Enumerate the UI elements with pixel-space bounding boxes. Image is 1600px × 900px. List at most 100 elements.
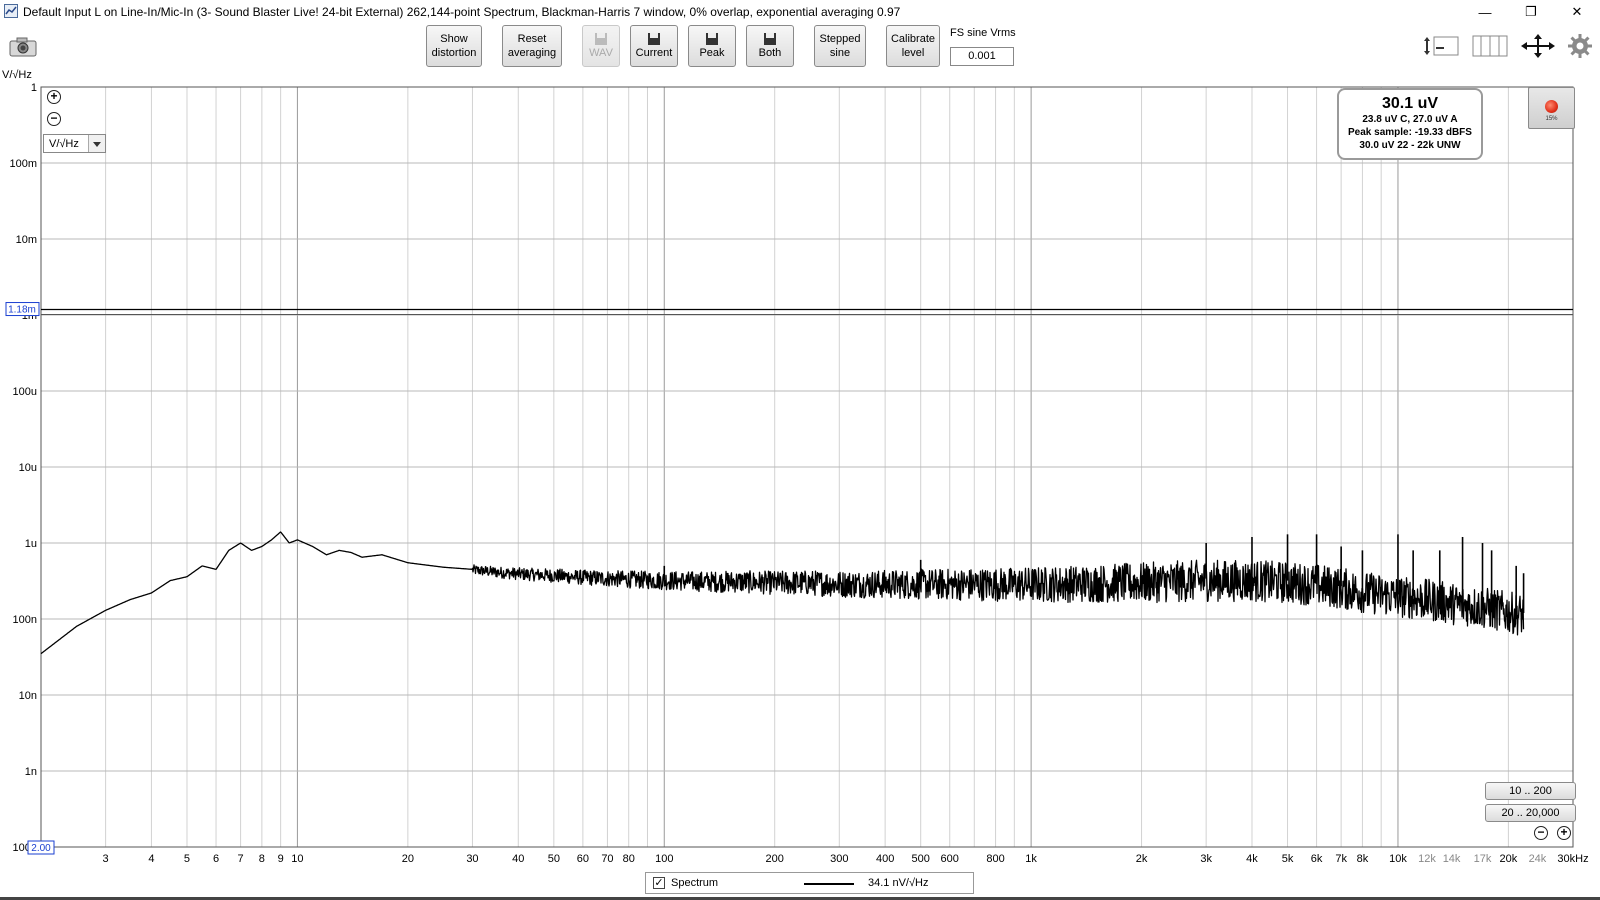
- both-label: Both: [758, 47, 782, 59]
- x-tick-label: 70: [601, 853, 613, 865]
- legend-swatch: [804, 883, 854, 885]
- zoom-in-icon[interactable]: +: [47, 90, 61, 104]
- save-icon: [764, 33, 776, 45]
- x-tick-label: 10: [291, 853, 303, 865]
- spectrum-trace: [40, 531, 1525, 655]
- stepped-sine-label-1: Stepped: [819, 33, 861, 45]
- app-icon: [4, 4, 18, 18]
- fs-sine-input[interactable]: 0.001: [950, 47, 1014, 66]
- x-tick-label: 800: [986, 853, 1004, 865]
- y-tick-label: 10u: [19, 462, 37, 474]
- x-tick-label: 9: [278, 853, 284, 865]
- x-tick-label: 24k: [1529, 853, 1547, 865]
- toolbar: Show distortion Reset averaging WAV Curr…: [0, 24, 1600, 72]
- grid: [40, 86, 1574, 848]
- save-wav-button[interactable]: WAV: [582, 25, 620, 67]
- x-tick-label: 80: [623, 853, 635, 865]
- x-tick-label: 7: [238, 853, 244, 865]
- gear-icon[interactable]: [1568, 34, 1592, 58]
- y-tick-label: 10n: [19, 690, 37, 702]
- x-tick-label: 60: [577, 853, 589, 865]
- x-tick-label: 5: [184, 853, 190, 865]
- x-tick-label: 300: [830, 853, 848, 865]
- calibrate-level-label-2: level: [901, 47, 925, 59]
- cursor-value-label: 1.18m: [8, 305, 36, 316]
- y-tick-label: 1u: [25, 538, 37, 550]
- x-tick-label: 6k: [1311, 853, 1323, 865]
- unit-select-value: V/√Hz: [49, 138, 79, 150]
- readout-main: 30.1 uV: [1381, 95, 1439, 112]
- title-bar: Default Input L on Line-In/Mic-In (3- So…: [0, 0, 1600, 24]
- axis-labels: 1100m10m1m100u10u1u100n10n1n100p34567891…: [9, 82, 1588, 865]
- show-distortion-button[interactable]: Show distortion: [426, 25, 482, 67]
- record-button[interactable]: 15%: [1528, 87, 1575, 129]
- x-tick-label: 500: [912, 853, 930, 865]
- reset-averaging-label-1: Reset: [517, 33, 547, 45]
- stepped-sine-label-2: sine: [829, 47, 851, 59]
- save-both-button[interactable]: Both: [746, 25, 794, 67]
- y-tick-label: 100n: [13, 614, 37, 626]
- zoom-out-icon[interactable]: −: [47, 112, 61, 126]
- x-tick-label: 400: [876, 853, 894, 865]
- legend: ✓ Spectrum 34.1 nV/√Hz: [645, 872, 974, 894]
- close-button[interactable]: ✕: [1554, 0, 1600, 24]
- window-title: Default Input L on Line-In/Mic-In (3- So…: [23, 5, 901, 19]
- range-20-20000-button[interactable]: 20 .. 20,000: [1485, 804, 1576, 822]
- show-distortion-label-1: Show: [440, 33, 468, 45]
- readout-line1: 23.8 uV C, 27.0 uV A: [1362, 114, 1458, 125]
- spectrum-checkbox[interactable]: ✓: [653, 877, 665, 889]
- save-peak-button[interactable]: Peak: [688, 25, 736, 67]
- current-label: Current: [635, 47, 673, 59]
- x-tick-label: 2k: [1136, 853, 1148, 865]
- x-tick-label: 1k: [1025, 853, 1037, 865]
- readout-line2: Peak sample: -19.33 dBFS: [1348, 127, 1472, 138]
- maximize-button[interactable]: ❐: [1508, 0, 1554, 24]
- readout-line3: 30.0 uV 22 - 22k UNW: [1359, 140, 1461, 151]
- reset-averaging-label-2: averaging: [507, 47, 557, 59]
- layout-icon[interactable]: [1424, 34, 1460, 58]
- save-icon: [595, 33, 607, 45]
- stepped-sine-button[interactable]: Stepped sine: [814, 25, 866, 67]
- minimize-button[interactable]: —: [1462, 0, 1508, 24]
- record-icon: [1545, 100, 1558, 113]
- save-icon: [648, 33, 660, 45]
- x-tick-label: 5k: [1282, 853, 1294, 865]
- save-icon: [706, 33, 718, 45]
- x-tick-label: 600: [941, 853, 959, 865]
- x-tick-label: 17k: [1474, 853, 1492, 865]
- reset-averaging-button[interactable]: Reset averaging: [502, 25, 562, 67]
- save-current-button[interactable]: Current: [630, 25, 678, 67]
- x-tick-label: 12k: [1418, 853, 1436, 865]
- wav-label: WAV: [589, 47, 613, 59]
- fs-sine-label: FS sine Vrms: [950, 27, 1016, 39]
- x-tick-label: 30kHz: [1557, 853, 1588, 865]
- calibrate-level-label-1: Calibrate: [890, 33, 936, 45]
- chevron-down-icon[interactable]: [88, 135, 105, 152]
- x-tick-label: 14k: [1443, 853, 1461, 865]
- x-tick-label: 100: [655, 853, 673, 865]
- x-tick-label: 50: [548, 853, 560, 865]
- x-tick-label: 20k: [1500, 853, 1518, 865]
- x-tick-label: 6: [213, 853, 219, 865]
- x-tick-label: 3k: [1200, 853, 1212, 865]
- show-distortion-label-2: distortion: [431, 47, 477, 59]
- x-tick-label: 200: [766, 853, 784, 865]
- spectrum-plot[interactable]: 1100m10m1m100u10u1u100n10n1n100p34567891…: [0, 80, 1600, 880]
- zoom-in-x-icon[interactable]: +: [1557, 826, 1571, 840]
- x-tick-label: 20: [402, 853, 414, 865]
- y-tick-label: 1n: [25, 766, 37, 778]
- level-readout: 30.1 uV 23.8 uV C, 27.0 uV A Peak sample…: [1337, 88, 1483, 160]
- calibrate-level-button[interactable]: Calibrate level: [886, 25, 940, 67]
- x-tick-label: 8: [259, 853, 265, 865]
- zoom-out-x-icon[interactable]: −: [1534, 826, 1548, 840]
- x-tick-label: 4k: [1246, 853, 1258, 865]
- data-layer: [40, 531, 1525, 655]
- x-tick-label: 10k: [1389, 853, 1407, 865]
- camera-icon[interactable]: [8, 36, 38, 58]
- range-10-200-button[interactable]: 10 .. 200: [1485, 782, 1576, 800]
- bars-icon[interactable]: [1472, 34, 1508, 58]
- move-arrows-icon[interactable]: [1520, 33, 1556, 59]
- y-tick-label: 100m: [9, 158, 37, 170]
- x-tick-label: 8k: [1357, 853, 1369, 865]
- unit-select[interactable]: V/√Hz: [43, 134, 106, 153]
